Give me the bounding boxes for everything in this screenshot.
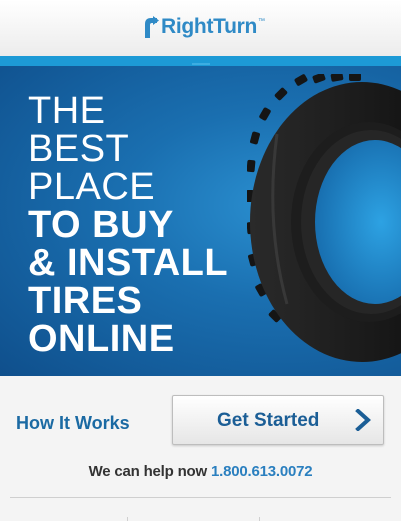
headline-line: BEST bbox=[28, 128, 130, 170]
tire-image bbox=[247, 74, 401, 362]
headline-line: TIRES bbox=[28, 280, 143, 322]
logo-trademark: ™ bbox=[258, 18, 266, 25]
headline-line: PLACE bbox=[28, 166, 156, 208]
header: RightTurn ™ bbox=[0, 0, 401, 57]
how-it-works-link[interactable]: How It Works bbox=[16, 413, 130, 434]
hero-banner: THE BEST PLACE TO BUY & INSTALL TIRES ON… bbox=[0, 66, 401, 376]
help-text: We can help now bbox=[88, 463, 208, 480]
help-line: We can help now 1.800.613.0072 bbox=[0, 463, 401, 480]
nav-separator bbox=[127, 517, 128, 521]
logo-link[interactable]: RightTurn ™ bbox=[143, 12, 265, 42]
logo-text: RightTurn bbox=[161, 15, 258, 38]
phone-link[interactable]: 1.800.613.0072 bbox=[211, 463, 313, 480]
chevron-right-icon bbox=[355, 409, 371, 431]
headline-line: ONLINE bbox=[28, 318, 175, 360]
get-started-label: Get Started bbox=[217, 410, 320, 431]
actions-panel: How It Works Get Started We can help now… bbox=[0, 376, 401, 521]
divider bbox=[10, 497, 391, 498]
page: RightTurn ™ THE BEST PLACE TO BUY & INST… bbox=[0, 0, 401, 521]
hero-headline: THE BEST PLACE TO BUY & INSTALL TIRES ON… bbox=[28, 92, 228, 358]
headline-line: THE bbox=[28, 90, 106, 132]
get-started-button[interactable]: Get Started bbox=[172, 395, 384, 445]
headline-line: TO BUY bbox=[28, 204, 174, 246]
nav-separator bbox=[259, 517, 260, 521]
headline-line: & INSTALL bbox=[28, 242, 229, 284]
rightturn-logo-icon bbox=[143, 16, 159, 38]
